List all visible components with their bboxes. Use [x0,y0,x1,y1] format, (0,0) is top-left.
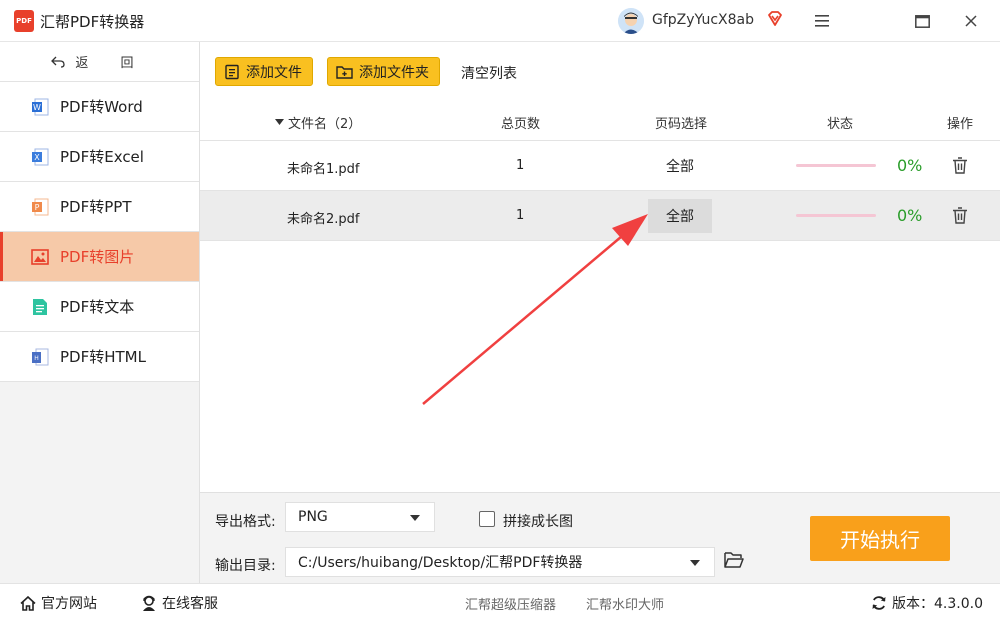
chevron-down-icon [410,515,420,521]
progress-percent: 0% [897,206,923,225]
output-dir-value: C:/Users/huibang/Desktop/汇帮PDF转换器 [298,555,583,571]
back-label: 返 回 [75,56,148,71]
action-column-header: 操作 [947,117,974,132]
start-button[interactable]: 开始执行 [810,516,950,561]
app-title: 汇帮PDF转换器 [40,13,145,31]
format-label: 导出格式: [215,514,276,530]
output-dir-label: 输出目录: [215,558,276,574]
image-icon [31,248,49,265]
page-select-column-header: 页码选择 [655,117,708,132]
delete-trash-icon[interactable] [952,157,968,174]
sidebar: 返 回 W PDF转Word X PDF转Excel P PDF转PPT PDF… [0,42,200,583]
name-column-header[interactable]: 文件名（2） [275,113,361,132]
watermark-link[interactable]: 汇帮水印大师 [586,594,664,613]
format-select[interactable]: PNG [285,502,435,532]
text-icon [33,298,47,315]
toolbar: 添加文件 添加文件夹 清空列表 [200,42,1000,100]
close-icon [965,15,977,27]
app-logo-icon: PDF [14,10,34,32]
status-bar: 官方网站 在线客服 汇帮超级压缩器 汇帮水印大师 版本：4.3.0.0 [0,583,1000,617]
output-dir-select[interactable]: C:/Users/huibang/Desktop/汇帮PDF转换器 [285,547,715,577]
vip-diamond-icon[interactable] [766,10,784,28]
progress-percent: 0% [897,156,923,175]
sidebar-item-pdf-to-text[interactable]: PDF转文本 [0,282,199,332]
merge-long-image-checkbox[interactable] [479,511,495,527]
ppt-icon: P [32,198,49,215]
table-row[interactable]: 未命名2.pdf 1 全部 0% [200,191,1000,241]
delete-trash-icon[interactable] [952,207,968,224]
page-select-button[interactable]: 全部 [648,149,712,183]
file-table-header: 文件名（2） 总页数 页码选择 状态 操作 [200,100,1000,141]
home-icon [20,595,36,611]
hamburger-icon [815,15,829,27]
svg-text:P: P [35,203,40,212]
sidebar-item-label: PDF转PPT [60,198,132,216]
sidebar-item-pdf-to-html[interactable]: H PDF转HTML [0,332,199,382]
sidebar-item-label: PDF转文本 [60,298,135,316]
menu-button[interactable] [809,8,835,34]
maximize-icon [914,14,930,28]
customer-service-icon [143,595,155,611]
format-value: PNG [298,509,328,525]
table-row[interactable]: 未命名1.pdf 1 全部 0% [200,141,1000,191]
support-link[interactable]: 在线客服 [141,593,218,613]
back-arrow-icon [51,56,66,68]
add-folder-button[interactable]: 添加文件夹 [327,57,440,86]
add-file-label: 添加文件 [246,64,302,81]
add-folder-icon [336,65,353,79]
sidebar-item-label: PDF转Excel [60,148,144,166]
svg-text:W: W [33,103,41,112]
sidebar-item-label: PDF转HTML [60,348,146,366]
version-info[interactable]: 版本：4.3.0.0 [871,593,983,613]
add-file-button[interactable]: 添加文件 [215,57,313,86]
website-link[interactable]: 官方网站 [20,593,97,613]
close-button[interactable] [958,8,984,34]
file-name: 未命名1.pdf [287,162,360,177]
user-name[interactable]: GfpZyYucX8ab [652,12,754,28]
page-select-button[interactable]: 全部 [648,199,712,233]
avatar-icon [618,8,644,34]
clear-list-button[interactable]: 清空列表 [461,63,517,83]
progress-bar [796,164,876,167]
progress-bar [796,214,876,217]
page-count: 1 [516,158,525,173]
output-settings-panel: 导出格式: PNG 拼接成长图 输出目录: C:/Users/huibang/D… [200,492,1000,583]
open-folder-icon[interactable] [724,551,744,569]
compressor-link[interactable]: 汇帮超级压缩器 [465,594,556,613]
add-folder-label: 添加文件夹 [359,64,429,81]
refresh-icon [872,596,886,610]
html-icon: H [32,348,49,365]
add-file-icon [225,64,239,79]
excel-icon: X [32,148,49,165]
sidebar-item-label: PDF转图片 [60,248,135,266]
title-bar: PDF 汇帮PDF转换器 GfpZyYucX8ab [0,0,1000,42]
svg-text:H: H [34,355,39,362]
merge-long-image-label[interactable]: 拼接成长图 [503,511,573,531]
file-name: 未命名2.pdf [287,212,360,227]
sidebar-item-pdf-to-ppt[interactable]: P PDF转PPT [0,182,199,232]
chevron-down-icon [690,560,700,566]
word-icon: W [32,98,49,115]
sidebar-item-pdf-to-word[interactable]: W PDF转Word [0,82,199,132]
pages-column-header: 总页数 [501,117,541,132]
sidebar-item-label: PDF转Word [60,98,143,116]
back-button[interactable]: 返 回 [0,42,199,82]
user-avatar[interactable] [618,8,644,34]
status-column-header: 状态 [827,117,854,132]
maximize-button[interactable] [909,8,935,34]
svg-text:X: X [34,153,40,162]
sidebar-item-pdf-to-image[interactable]: PDF转图片 [0,232,199,282]
sort-down-icon [275,119,284,125]
sidebar-item-pdf-to-excel[interactable]: X PDF转Excel [0,132,199,182]
page-count: 1 [516,208,525,223]
